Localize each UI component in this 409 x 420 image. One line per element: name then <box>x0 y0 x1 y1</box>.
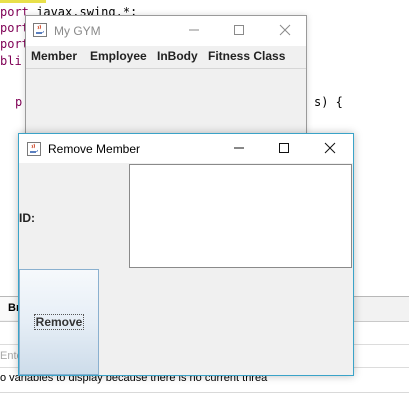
code-fragment: s) { <box>314 95 343 109</box>
maximize-button[interactable] <box>270 136 298 160</box>
close-button[interactable] <box>271 18 299 42</box>
remove-member-window: Remove Member ID: Remove <box>18 133 354 376</box>
id-text-area[interactable] <box>129 164 352 268</box>
gym-title-bar[interactable]: My GYM <box>26 16 306 46</box>
maximize-icon <box>234 25 244 35</box>
panel-separator <box>0 392 409 393</box>
editor-selection-highlight <box>0 0 46 3</box>
minimize-icon <box>234 147 244 149</box>
remove-member-window-title: Remove Member <box>48 142 141 156</box>
remove-member-title-bar[interactable]: Remove Member <box>19 134 353 163</box>
minimize-button[interactable] <box>180 18 208 42</box>
remove-button[interactable]: Remove <box>19 269 99 375</box>
gym-menu-bar: Member Employee InBody Fitness Class <box>26 46 306 69</box>
maximize-icon <box>279 143 289 153</box>
maximize-button[interactable] <box>225 18 253 42</box>
menu-fitness-class[interactable]: Fitness Class <box>208 49 285 63</box>
close-button[interactable] <box>316 136 344 160</box>
close-icon <box>324 142 336 154</box>
code-line: bli <box>0 54 22 68</box>
id-label: ID: <box>19 211 35 225</box>
remove-button-label: Remove <box>33 314 85 330</box>
minimize-button[interactable] <box>225 136 253 160</box>
gym-window-title: My GYM <box>54 24 101 38</box>
java-cup-icon <box>27 142 41 156</box>
menu-member[interactable]: Member <box>31 49 77 63</box>
java-cup-icon <box>33 23 47 37</box>
code-line: p <box>15 95 23 109</box>
menu-inbody[interactable]: InBody <box>157 49 198 63</box>
minimize-icon <box>189 29 199 31</box>
close-icon <box>279 24 291 36</box>
menu-employee[interactable]: Employee <box>90 49 147 63</box>
